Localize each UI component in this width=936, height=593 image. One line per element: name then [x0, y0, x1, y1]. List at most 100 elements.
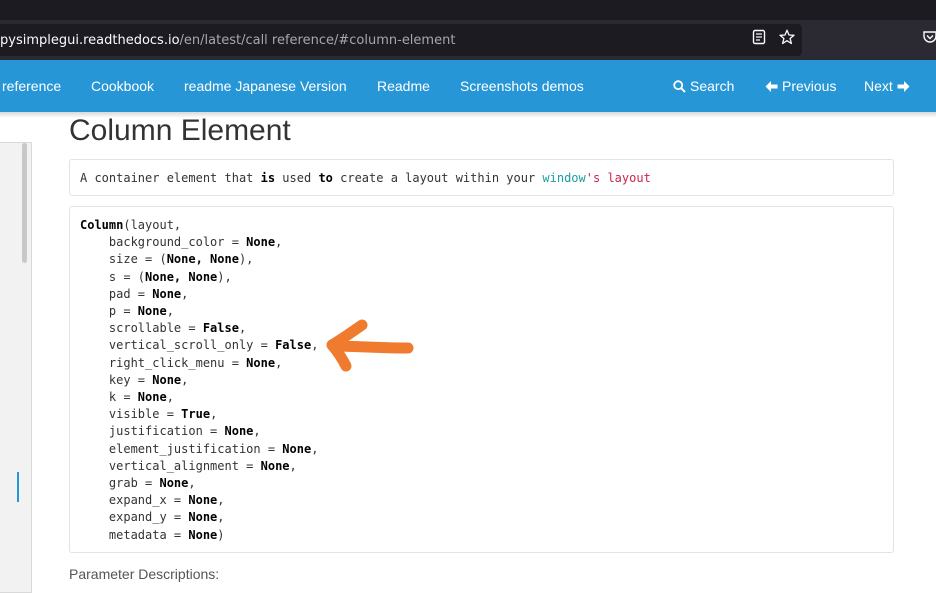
code-param: element_justification = — [80, 441, 283, 456]
code-line: vertical_scroll_only = False, — [80, 337, 319, 354]
code-param: p = — [80, 304, 138, 318]
nav-cookbook-link[interactable]: Cookbook — [91, 78, 154, 94]
desc-part: used — [275, 171, 319, 185]
code-value: False — [202, 321, 239, 336]
pocket-icon[interactable] — [922, 29, 936, 45]
code-punct: , — [275, 355, 283, 370]
nav-screenshots-demos-link[interactable]: Screenshots demos — [460, 78, 584, 94]
code-line: metadata = None) — [80, 527, 225, 544]
code-line: key = None, — [80, 372, 189, 389]
arrow-right-icon — [897, 80, 910, 93]
code-punct: , — [217, 510, 225, 525]
description-text: A container element that is used to crea… — [80, 171, 651, 185]
code-param: metadata = — [80, 527, 189, 542]
code-punct: , — [181, 372, 189, 387]
code-value: None — [159, 476, 189, 490]
code-param: background_color = — [80, 235, 247, 250]
nav-next-label: Next — [864, 78, 893, 94]
browser-toolbar: pysimplegui.readthedocs.io/en/latest/cal… — [0, 20, 936, 60]
sidebar-scrollbar[interactable] — [22, 143, 27, 263]
code-value: None — [246, 355, 276, 370]
code-line: Column(layout, — [80, 217, 181, 234]
desc-name: window — [542, 171, 586, 185]
desc-part: create a layout within your — [332, 171, 543, 185]
code-param: vertical_scroll_only = — [80, 338, 276, 353]
code-param: expand_y = — [80, 510, 189, 525]
docs-navbar: reference Cookbook readme Japanese Versi… — [0, 60, 936, 112]
nav-readme-japanese-link[interactable]: readme Japanese Version — [184, 78, 347, 94]
description-block: A container element that is used to crea… — [69, 159, 894, 196]
code-punct: , — [210, 407, 218, 422]
code-line: size = (None, None), — [80, 251, 254, 268]
code-value: None — [188, 510, 218, 525]
code-line: visible = True, — [80, 406, 217, 423]
code-param: right_click_menu = — [80, 355, 247, 370]
nav-next-link[interactable]: Next — [864, 78, 910, 94]
nav-readme-link[interactable]: Readme — [377, 78, 430, 94]
code-punct: , — [289, 458, 297, 473]
code-value: None — [282, 441, 312, 456]
code-value: True — [181, 407, 211, 422]
code-value: None — [152, 372, 182, 387]
function-name: Column — [80, 218, 124, 232]
code-param: scrollable = — [80, 321, 203, 336]
url-domain: pysimplegui.readthedocs.io — [0, 33, 180, 48]
code-param: key = — [80, 372, 153, 387]
code-value: None — [188, 493, 218, 508]
code-value: None — [224, 424, 254, 439]
code-punct: ), — [238, 252, 254, 267]
code-param: visible = — [80, 407, 182, 422]
code-value: None, None — [166, 252, 239, 267]
nav-previous-label: Previous — [782, 78, 837, 94]
url-text[interactable]: pysimplegui.readthedocs.io/en/latest/cal… — [0, 33, 455, 48]
code-line: k = None, — [80, 389, 174, 406]
desc-keyword: is — [260, 171, 276, 185]
code-punct: ) — [217, 527, 225, 542]
code-punct: , — [311, 338, 319, 353]
code-punct: , — [253, 424, 261, 439]
code-param: justification = — [80, 424, 225, 439]
bookmark-star-icon[interactable] — [779, 29, 795, 45]
parameter-descriptions-heading: Parameter Descriptions: — [69, 566, 220, 582]
code-punct: , — [181, 286, 189, 301]
code-param: k = — [80, 390, 138, 404]
code-line: element_justification = None, — [80, 441, 319, 458]
code-punct: , — [311, 441, 319, 456]
url-path: /en/latest/call reference/#column-elemen… — [179, 33, 456, 48]
code-punct: , — [238, 321, 247, 336]
url-bar[interactable]: pysimplegui.readthedocs.io/en/latest/cal… — [0, 24, 802, 56]
code-value: None — [137, 304, 167, 318]
code-line: s = (None, None), — [80, 269, 232, 286]
code-line: p = None, — [80, 303, 174, 320]
code-param: pad = — [80, 286, 153, 301]
nav-search-label: Search — [690, 78, 735, 94]
search-icon — [673, 80, 686, 93]
code-param: grab = — [80, 476, 160, 490]
code-punct: , — [188, 476, 196, 490]
code-line: expand_y = None, — [80, 509, 225, 526]
reader-view-icon[interactable] — [751, 29, 767, 45]
code-line: pad = None, — [80, 286, 189, 303]
signature-code-block: Column(layout, background_color = None, … — [69, 206, 894, 553]
code-value: None, None — [145, 269, 218, 284]
page-title: Column Element — [69, 114, 291, 147]
code-value: None — [246, 235, 276, 250]
code-punct: , — [166, 304, 174, 318]
nav-reference-link[interactable]: reference — [2, 78, 61, 94]
code-line: justification = None, — [80, 423, 261, 440]
code-value: None — [188, 527, 218, 542]
code-value: False — [275, 338, 312, 353]
code-line: grab = None, — [80, 475, 196, 492]
code-param: s = ( — [80, 269, 146, 284]
nav-search-link[interactable]: Search — [673, 78, 734, 94]
code-punct: , — [166, 390, 174, 404]
code-line: right_click_menu = None, — [80, 355, 282, 372]
code-punct: ), — [217, 269, 232, 284]
toc-sidebar[interactable] — [0, 142, 32, 593]
code-param: (layout, — [123, 218, 182, 232]
code-line: vertical_alignment = None, — [80, 458, 297, 475]
code-param: size = ( — [80, 252, 167, 267]
nav-previous-link[interactable]: Previous — [765, 78, 836, 94]
code-line: background_color = None, — [80, 234, 282, 251]
code-param: vertical_alignment = — [80, 458, 261, 473]
